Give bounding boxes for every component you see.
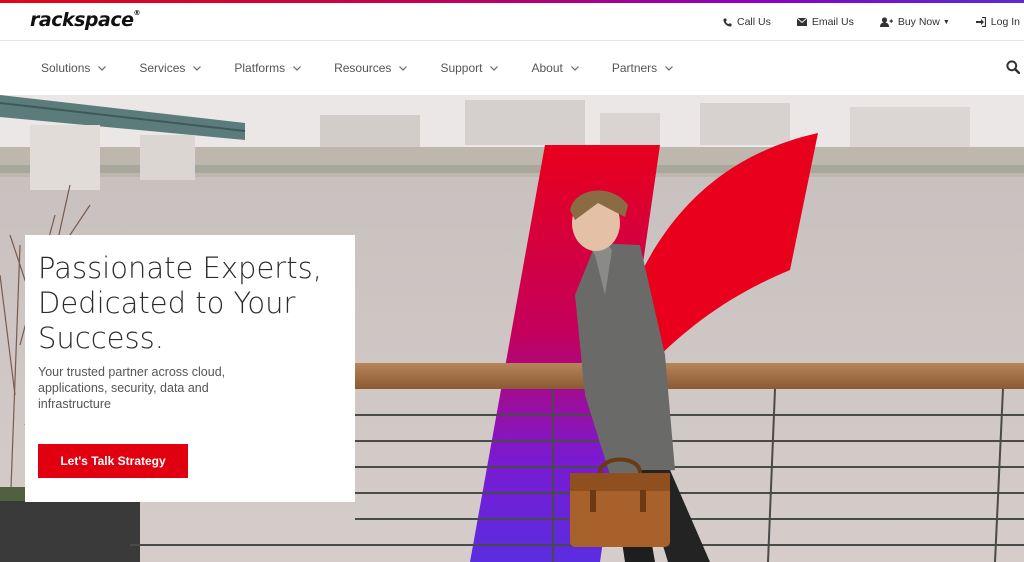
nav-item-partners[interactable]: Partners bbox=[611, 61, 674, 75]
nav-item-services[interactable]: Services bbox=[139, 61, 202, 75]
logo-text: rackspace bbox=[30, 9, 134, 31]
chevron-down-icon bbox=[293, 65, 302, 71]
main-nav-list: Solutions Services Platforms Resources S… bbox=[41, 42, 706, 94]
hero-banner: Passionate Experts, Dedicated to Your Su… bbox=[0, 95, 1024, 562]
search-icon bbox=[1006, 60, 1021, 75]
chevron-down-icon bbox=[490, 65, 499, 71]
log-in-link[interactable]: Log In bbox=[975, 16, 1020, 28]
log-in-label: Log In bbox=[990, 16, 1020, 28]
hero-card: Passionate Experts, Dedicated to Your Su… bbox=[25, 235, 355, 502]
main-navigation: Solutions Services Platforms Resources S… bbox=[0, 42, 1024, 94]
nav-item-solutions[interactable]: Solutions bbox=[41, 61, 107, 75]
nav-item-label: Services bbox=[139, 61, 186, 75]
hero-title: Passionate Experts, Dedicated to Your Su… bbox=[38, 251, 322, 355]
nav-item-label: Platforms bbox=[234, 61, 286, 75]
chevron-down-icon bbox=[570, 65, 579, 71]
nav-item-label: Support bbox=[440, 61, 483, 75]
nav-item-label: About bbox=[531, 61, 563, 75]
logo-reg-mark: ® bbox=[133, 9, 140, 17]
email-us-label: Email Us bbox=[811, 16, 854, 28]
call-us-label: Call Us bbox=[736, 16, 771, 28]
nav-item-label: Partners bbox=[611, 61, 658, 75]
login-icon bbox=[975, 17, 986, 27]
call-us-link[interactable]: Call Us bbox=[723, 16, 771, 28]
rackspace-logo[interactable]: rackspace® bbox=[30, 9, 140, 31]
chevron-down-icon bbox=[665, 65, 674, 71]
nav-item-about[interactable]: About bbox=[531, 61, 579, 75]
lets-talk-strategy-button[interactable]: Let's Talk Strategy bbox=[38, 444, 188, 478]
buy-now-dropdown[interactable]: Buy Now ▼ bbox=[879, 16, 950, 28]
email-us-link[interactable]: Email Us bbox=[796, 16, 854, 28]
nav-item-support[interactable]: Support bbox=[440, 61, 499, 75]
search-button[interactable] bbox=[1006, 60, 1021, 79]
chevron-down-icon bbox=[98, 65, 107, 71]
phone-icon bbox=[723, 17, 732, 27]
user-plus-icon bbox=[879, 17, 893, 27]
utility-bar: rackspace® Call Us Email Us Buy Now ▼ Lo… bbox=[0, 3, 1024, 41]
nav-item-resources[interactable]: Resources bbox=[334, 61, 408, 75]
caret-down-icon: ▼ bbox=[942, 18, 950, 26]
buy-now-label: Buy Now bbox=[897, 16, 940, 28]
nav-item-label: Resources bbox=[334, 61, 392, 75]
chevron-down-icon bbox=[399, 65, 408, 71]
nav-item-label: Solutions bbox=[41, 61, 91, 75]
nav-item-platforms[interactable]: Platforms bbox=[234, 61, 302, 75]
envelope-icon bbox=[796, 18, 807, 26]
chevron-down-icon bbox=[193, 65, 202, 71]
utility-links: Call Us Email Us Buy Now ▼ Log In bbox=[697, 3, 1020, 41]
hero-subtitle: Your trusted partner across cloud, appli… bbox=[38, 365, 226, 411]
